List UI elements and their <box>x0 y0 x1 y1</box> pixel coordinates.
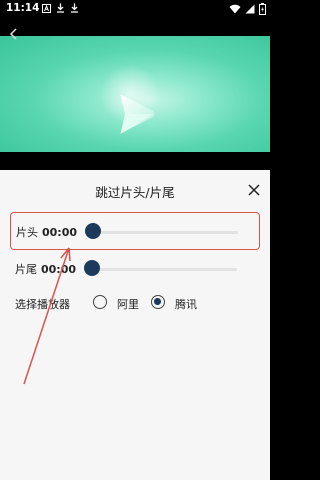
player-selector: 选择播放器 阿里 腾讯 <box>15 294 255 314</box>
radio-ali[interactable] <box>93 295 107 309</box>
signal-icon <box>245 4 255 14</box>
status-icons-left <box>42 3 79 13</box>
download-icon <box>57 3 64 13</box>
ending-slider-track[interactable] <box>92 268 237 271</box>
opening-time: 00:00 <box>42 226 78 239</box>
opening-slider-thumb[interactable] <box>85 223 101 239</box>
battery-icon <box>259 3 266 15</box>
skip-intro-outro-sheet: 跳过片头/片尾 片头 00:00 片尾 00:00 选择播放器 阿里 腾讯 <box>0 170 270 480</box>
opening-label-group: 片头 00:00 <box>16 224 77 240</box>
ending-label-group: 片尾 00:00 <box>15 261 76 277</box>
close-icon[interactable] <box>248 184 260 196</box>
radio-ali-label[interactable]: 阿里 <box>117 296 139 312</box>
opening-slider-track[interactable] <box>93 231 238 234</box>
video-player[interactable] <box>0 20 270 170</box>
ending-slider-thumb[interactable] <box>84 260 100 276</box>
status-bar: 11:14 <box>0 0 270 20</box>
video-frame[interactable] <box>0 36 270 152</box>
ending-label: 片尾 <box>15 263 37 276</box>
chevron-left-icon[interactable] <box>6 26 22 42</box>
wifi-icon <box>229 4 241 14</box>
sheet-title: 跳过片头/片尾 <box>95 185 175 200</box>
radio-tencent[interactable] <box>151 295 165 309</box>
status-time: 11:14 <box>6 2 40 14</box>
opening-skip-row: 片头 00:00 <box>10 212 260 250</box>
ending-time: 00:00 <box>41 263 77 276</box>
radio-tencent-label[interactable]: 腾讯 <box>175 296 197 312</box>
download-icon <box>71 3 78 13</box>
play-logo-icon <box>120 94 155 134</box>
status-icons-right <box>229 3 266 15</box>
opening-label: 片头 <box>16 226 38 239</box>
ending-skip-row: 片尾 00:00 <box>10 250 260 288</box>
player-label: 选择播放器 <box>15 298 70 311</box>
notification-a-icon <box>42 3 51 13</box>
